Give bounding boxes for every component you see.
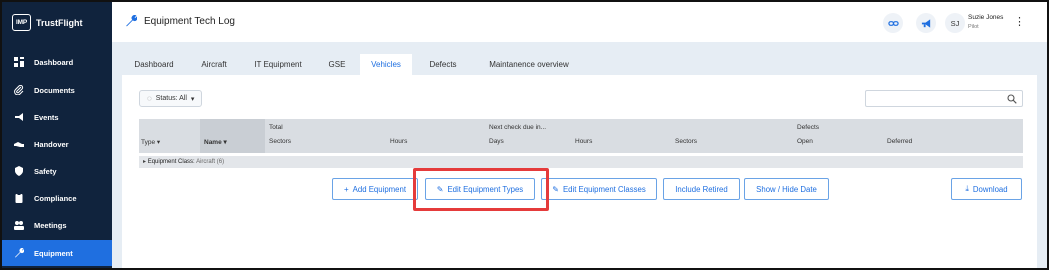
search-input[interactable] [865, 90, 1023, 107]
dashboard-icon [14, 57, 24, 67]
group-value: Aircraft (6) [196, 159, 225, 165]
name-column-highlight [200, 119, 265, 153]
column-sectors: Sectors [269, 138, 292, 145]
caret-right-icon: ▸ [143, 159, 147, 165]
column-hours: Hours [390, 138, 408, 145]
sidebar-item-label: Meetings [34, 220, 67, 230]
sidebar-item-meetings[interactable]: Meetings [2, 212, 112, 238]
wrench-icon [126, 15, 137, 27]
tab-maintanence-overview[interactable]: Maintanence overview [474, 54, 584, 75]
chevron-down-icon: ▾ [190, 95, 195, 103]
edit-equipment-classes-label: Edit Equipment Classes [562, 184, 646, 194]
group-header-defects: Defects [797, 124, 820, 131]
sidebar-item-label: Events [34, 112, 59, 122]
main-content: Dashboard Aircraft IT Equipment GSE Vehi… [112, 42, 1047, 268]
app-window: IMP TrustFlight Dashboard Documents Even… [0, 0, 1049, 270]
page-title: Equipment Tech Log [144, 16, 235, 27]
avatar[interactable]: SJ [945, 13, 965, 33]
sidebar-item-dashboard[interactable]: Dashboard [2, 49, 112, 75]
link-icon [887, 20, 899, 26]
sidebar-item-label: Compliance [34, 193, 77, 203]
user-name: Suzie Jones [968, 14, 1004, 21]
group-header-next-check: Next check due in... [489, 124, 547, 131]
sidebar-item-equipment[interactable]: Equipment [2, 240, 112, 266]
annotation-highlight [413, 168, 549, 211]
plus-icon: + [344, 184, 349, 194]
tab-it-equipment[interactable]: IT Equipment [246, 54, 310, 75]
megaphone-icon [921, 18, 930, 28]
sidebar-item-label: Equipment [34, 248, 73, 258]
download-icon: ⤓ [965, 184, 969, 193]
status-filter-label: Status: All [155, 95, 187, 102]
sidebar-item-label: Documents [34, 85, 75, 95]
tab-vehicles[interactable]: Vehicles [360, 54, 412, 75]
sidebar-item-documents[interactable]: Documents [2, 77, 112, 103]
megaphone-icon [14, 112, 24, 122]
vehicles-panel: ◌ Status: All ▾ Total Next check due in.… [122, 75, 1037, 268]
equipment-class-group-row[interactable]: ▸ Equipment Class: Aircraft (6) [139, 156, 1023, 168]
column-sectors-next: Sectors [675, 138, 698, 145]
show-hide-date-button[interactable]: Show / Hide Date [744, 178, 829, 200]
tab-aircraft[interactable]: Aircraft [192, 54, 236, 75]
user-role: Pilot [968, 24, 979, 30]
column-deferred: Deferred [887, 138, 913, 145]
wrench-icon [14, 248, 24, 258]
column-type[interactable]: Type ▾ [141, 138, 160, 146]
add-equipment-button[interactable]: + Add Equipment [332, 178, 418, 200]
edit-equipment-classes-button[interactable]: ✎ Edit Equipment Classes [541, 178, 657, 200]
table-header: Total Next check due in... Defects Type … [139, 119, 1023, 153]
paperclip-icon [14, 85, 24, 95]
announcements-button[interactable] [916, 13, 936, 33]
search-icon [1007, 94, 1017, 104]
sidebar-item-label: Dashboard [34, 57, 74, 67]
link-button[interactable] [883, 13, 903, 33]
column-open: Open [797, 138, 813, 145]
tab-gse[interactable]: GSE [320, 54, 354, 75]
sidebar-item-label: Handover [34, 139, 69, 149]
tab-defects[interactable]: Defects [418, 54, 468, 75]
download-label: Download [972, 184, 1008, 194]
more-options-icon[interactable]: ⋮ [1014, 15, 1025, 29]
status-filter[interactable]: ◌ Status: All ▾ [139, 90, 203, 107]
shield-icon [14, 166, 24, 176]
clipboard-icon [14, 193, 24, 203]
column-name[interactable]: Name ▾ [204, 138, 227, 146]
column-hours-next: Hours [575, 138, 593, 145]
edit-icon: ✎ [552, 184, 559, 194]
include-retired-button[interactable]: Include Retired [663, 178, 740, 200]
sidebar-item-label: Safety [34, 166, 57, 176]
sidebar-item-events[interactable]: Events [2, 104, 112, 130]
header: Equipment Tech Log SJ Suzie Jones Pilot … [112, 2, 1047, 42]
sidebar-item-safety[interactable]: Safety [2, 158, 112, 184]
handover-icon [14, 139, 24, 149]
tab-dashboard[interactable]: Dashboard [124, 54, 184, 75]
download-button[interactable]: ⤓ Download [951, 178, 1022, 200]
add-equipment-label: Add Equipment [352, 184, 406, 194]
people-icon [14, 220, 24, 230]
column-days: Days [489, 138, 504, 145]
brand-logo: IMP [12, 14, 31, 31]
sidebar-item-compliance[interactable]: Compliance [2, 185, 112, 211]
brand[interactable]: IMP TrustFlight [12, 14, 83, 31]
brand-name: TrustFlight [36, 17, 83, 28]
sidebar-item-handover[interactable]: Handover [2, 131, 112, 157]
sidebar: IMP TrustFlight Dashboard Documents Even… [2, 2, 112, 268]
group-label: Equipment Class: [147, 159, 195, 165]
loading-icon: ◌ [147, 94, 152, 103]
group-header-total: Total [269, 124, 283, 131]
